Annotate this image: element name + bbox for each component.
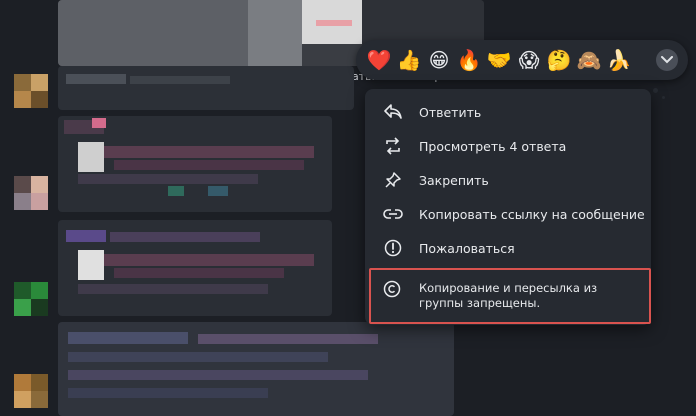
thinking-icon[interactable]: 🤔	[544, 45, 574, 75]
see-no-evil-monkey-icon[interactable]: 🙈	[574, 45, 604, 75]
alert-circle-icon	[383, 238, 403, 258]
message-bubble[interactable]	[58, 322, 454, 416]
menu-item-label: Закрепить	[419, 172, 489, 188]
replies-icon	[383, 136, 403, 156]
menu-item-label: Просмотреть 4 ответа	[419, 138, 567, 154]
grin-icon[interactable]: 😁	[424, 45, 454, 75]
avatar[interactable]	[14, 282, 48, 316]
menu-item-pin[interactable]: Закрепить	[365, 163, 651, 197]
menu-item-reply[interactable]: Ответить	[365, 95, 651, 129]
menu-item-label: Пожаловаться	[419, 240, 515, 256]
avatar[interactable]	[14, 176, 48, 210]
restricted-notice-text: Копирование и пересылка из группы запрещ…	[419, 281, 598, 310]
copyright-icon	[383, 280, 403, 300]
menu-item-copy-link[interactable]: Копировать ссылку на сообщение	[365, 197, 651, 231]
message-bubble[interactable]	[58, 66, 354, 110]
context-menu: Ответить Просмотреть 4 ответа Закрепить	[365, 89, 651, 325]
reaction-bar-tail	[653, 88, 658, 93]
chevron-down-icon	[661, 56, 673, 64]
menu-item-view-replies[interactable]: Просмотреть 4 ответа	[365, 129, 651, 163]
menu-item-report[interactable]: Пожаловаться	[365, 231, 651, 265]
fire-icon[interactable]: 🔥	[454, 45, 484, 75]
banana-icon[interactable]: 🍌	[604, 45, 634, 75]
menu-item-label: Копировать ссылку на сообщение	[419, 206, 645, 222]
expand-reactions-button[interactable]	[656, 49, 678, 71]
reaction-bar-tail	[662, 96, 665, 99]
scream-icon[interactable]: 😱	[514, 45, 544, 75]
thumbs-up-icon[interactable]: 👍	[394, 45, 424, 75]
pin-icon	[383, 170, 403, 190]
heart-icon[interactable]: ❤️	[364, 45, 394, 75]
avatar[interactable]	[14, 374, 48, 408]
reaction-bar: ❤️ 👍 😁 🔥 🤝 😱 🤔 🙈 🍌	[356, 40, 688, 80]
link-icon	[383, 204, 403, 224]
reply-icon	[383, 102, 403, 122]
avatar[interactable]	[14, 74, 48, 108]
message-bubble[interactable]	[58, 220, 332, 316]
copy-restricted-notice: Копирование и пересылка из группы запрещ…	[369, 268, 651, 324]
message-bubble[interactable]	[58, 116, 332, 212]
menu-item-label: Ответить	[419, 104, 482, 120]
handshake-icon[interactable]: 🤝	[484, 45, 514, 75]
